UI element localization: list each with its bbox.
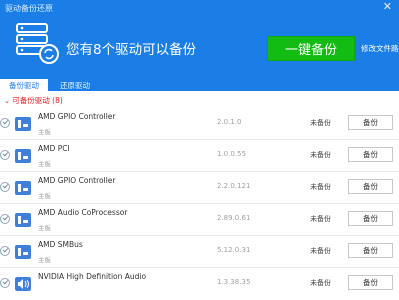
backup-status: 未备份 [310, 183, 331, 191]
table-row: AMD PCI 主板 1.0.0.55 未备份 备份 [0, 140, 399, 172]
table-row: AMD GPIO Controller 主板 2.2.0.121 未备份 备份 [0, 172, 399, 204]
section-count: (8) [52, 96, 63, 105]
device-category: 主板 [38, 256, 51, 264]
close-icon[interactable]: ✕ [383, 1, 392, 13]
device-category: 主板 [38, 224, 51, 232]
backup-button[interactable]: 备份 [348, 211, 393, 226]
section-header[interactable]: ⌄ 可备份驱动 (8) [4, 95, 63, 106]
device-version: 1.0.0.55 [217, 150, 246, 158]
backup-button[interactable]: 备份 [348, 147, 393, 162]
chip-icon [15, 181, 31, 195]
table-row: AMD GPIO Controller 主板 2.0.1.0 未备份 备份 [0, 108, 399, 140]
chip-icon [15, 117, 31, 131]
backup-status: 未备份 [310, 279, 331, 287]
backup-all-button[interactable]: 一键备份 [267, 36, 355, 61]
device-category: 主板 [38, 192, 51, 200]
window-title: 驱动备份还原 [5, 4, 53, 13]
chevron-down-icon: ⌄ [4, 97, 10, 105]
backup-button[interactable]: 备份 [348, 179, 393, 194]
change-path-link[interactable]: 修改文件路径 [361, 43, 399, 54]
device-category: 主板 [38, 160, 51, 168]
device-version: 2.89.0.61 [217, 214, 251, 222]
checkbox[interactable] [0, 246, 10, 256]
backup-status: 未备份 [310, 247, 331, 255]
device-name: NVIDIA High Definition Audio [38, 272, 147, 281]
speaker-icon [15, 277, 31, 291]
device-name: AMD GPIO Controller [38, 112, 116, 121]
checkbox[interactable] [0, 214, 10, 224]
device-name: AMD SMBus [38, 240, 83, 249]
checkbox[interactable] [0, 182, 10, 192]
header-banner: 驱动备份还原 ✕ 您有8个驱动可以备份 一键备份 修改文件路径 备份驱动 还原驱… [0, 0, 399, 91]
checkbox[interactable] [0, 278, 10, 288]
tab-backup-driver[interactable]: 备份驱动 [0, 79, 48, 91]
table-row: AMD Audio CoProcessor 主板 2.89.0.61 未备份 备… [0, 204, 399, 236]
checkbox[interactable] [0, 118, 10, 128]
device-version: 2.0.1.0 [217, 118, 242, 126]
backup-status: 未备份 [310, 151, 331, 159]
server-backup-icon [16, 23, 59, 64]
device-version: 5.12.0.31 [217, 246, 251, 254]
backup-button[interactable]: 备份 [348, 243, 393, 258]
checkbox[interactable] [0, 150, 10, 160]
chip-icon [15, 149, 31, 163]
chip-icon [15, 245, 31, 259]
table-row: NVIDIA High Definition Audio 1.3.38.35 未… [0, 268, 399, 300]
backup-status: 未备份 [310, 119, 331, 127]
backup-status: 未备份 [310, 215, 331, 223]
device-name: AMD Audio CoProcessor [38, 208, 128, 217]
headline: 您有8个驱动可以备份 [66, 42, 197, 58]
device-version: 1.3.38.35 [217, 278, 251, 286]
device-name: AMD GPIO Controller [38, 176, 116, 185]
table-row: AMD SMBus 主板 5.12.0.31 未备份 备份 [0, 236, 399, 268]
section-label: 可备份驱动 [12, 96, 50, 105]
backup-button[interactable]: 备份 [348, 275, 393, 290]
backup-button[interactable]: 备份 [348, 115, 393, 130]
device-version: 2.2.0.121 [217, 182, 251, 190]
chip-icon [15, 213, 31, 227]
device-category: 主板 [38, 128, 51, 136]
tab-restore-driver[interactable]: 还原驱动 [52, 79, 98, 91]
driver-backup-window: 驱动备份还原 ✕ 您有8个驱动可以备份 一键备份 修改文件路径 备份驱动 还原驱… [0, 0, 399, 300]
device-name: AMD PCI [38, 144, 70, 153]
